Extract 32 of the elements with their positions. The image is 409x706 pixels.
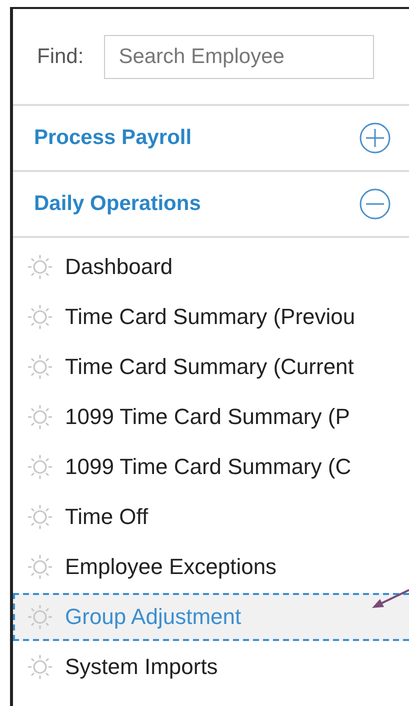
menu-item-label: Time Off bbox=[65, 504, 148, 530]
menu-item-label: Employee Exceptions bbox=[65, 554, 277, 580]
menu-item[interactable]: Dashboard bbox=[13, 243, 409, 291]
sun-icon bbox=[27, 504, 53, 530]
sun-icon bbox=[27, 604, 53, 630]
section-header[interactable]: Process Payroll bbox=[34, 126, 192, 150]
menu-item-label: 1099 Time Card Summary (P bbox=[65, 404, 350, 430]
sun-icon bbox=[27, 304, 53, 330]
menu-item[interactable]: Time Card Summary (Previou bbox=[13, 293, 409, 341]
menu-item-label: Time Card Summary (Current bbox=[65, 354, 354, 380]
section-header[interactable]: Daily Operations bbox=[34, 192, 201, 216]
menu-item-label: 1099 Time Card Summary (C bbox=[65, 454, 352, 480]
sun-icon bbox=[27, 554, 53, 580]
menu-item[interactable]: Time Off bbox=[13, 493, 409, 541]
menu-item-label: Group Adjustment bbox=[65, 604, 242, 630]
sun-icon bbox=[27, 354, 53, 380]
sun-icon bbox=[27, 254, 53, 280]
sun-icon bbox=[27, 654, 53, 680]
find-label: Find: bbox=[37, 44, 84, 68]
expand-icon[interactable] bbox=[359, 122, 391, 154]
menu-item-label: System Imports bbox=[65, 654, 218, 680]
collapse-icon[interactable] bbox=[359, 188, 391, 220]
menu-item[interactable]: Time Card Summary (Current bbox=[13, 343, 409, 391]
menu-item[interactable]: Employee Exceptions bbox=[13, 543, 409, 591]
search-field[interactable]: Search Employee bbox=[104, 34, 374, 78]
menu-item[interactable]: System Imports bbox=[13, 643, 409, 691]
menu-item[interactable]: 1099 Time Card Summary (P bbox=[13, 393, 409, 441]
sun-icon bbox=[27, 404, 53, 430]
menu-item-label: Time Card Summary (Previou bbox=[65, 304, 356, 330]
menu-item[interactable]: 1099 Time Card Summary (C bbox=[13, 443, 409, 491]
sun-icon bbox=[27, 454, 53, 480]
menu-item-label: Dashboard bbox=[65, 254, 173, 280]
